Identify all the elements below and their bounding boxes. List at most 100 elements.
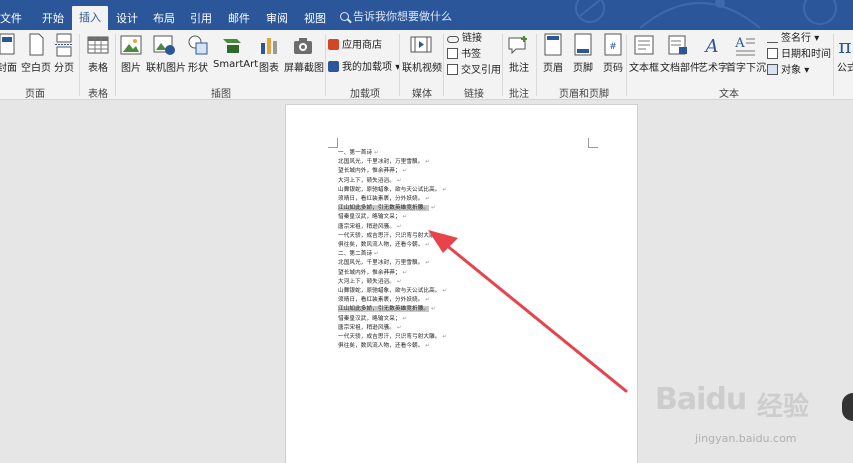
document-line[interactable]: 唐宗宋祖，稍逊风骚。 ↵ [338, 324, 402, 332]
document-line[interactable]: 江山如此多娇，引无数英雄竞折腰。 ↵ [338, 204, 436, 212]
paragraph-mark-icon: ↵ [425, 297, 431, 304]
document-line[interactable]: 须晴日，看红装素裹，分外妖娆。 ↵ [338, 195, 430, 203]
online-video-label: 联机视频 [402, 63, 442, 74]
footer-label: 页脚 [573, 63, 593, 74]
footer-icon [574, 33, 592, 56]
date-time-button[interactable]: 日期和时间 [767, 47, 831, 62]
chart-button[interactable]: 图表 [258, 33, 280, 74]
document-line[interactable]: 须晴日，看红装素裹，分外妖娆。 ↵ [338, 296, 430, 304]
document-line[interactable]: 俱往矣，数风流人物，还看今朝。 ↵ [338, 241, 430, 249]
paragraph-mark-icon: ↵ [402, 269, 408, 276]
selected-line-text: 江山如此多娇，引无数英雄竞折腰。 [338, 205, 430, 212]
online-picture-button[interactable]: 联机图片 [146, 33, 186, 74]
store-label: 应用商店 [342, 40, 382, 51]
cross-reference-icon [447, 64, 458, 75]
equation-button[interactable]: π 公式 [835, 33, 853, 74]
header-button[interactable]: 页眉 [540, 33, 566, 74]
cover-page-button[interactable]: 封面 [0, 33, 18, 74]
document-line-text: 北国风光，千里冰封，万里雪飘。 [338, 159, 424, 166]
object-button[interactable]: 对象 ▾ [767, 63, 809, 78]
drop-cap-button[interactable]: A 首字下沉 [726, 33, 766, 74]
page-number-icon: # [604, 33, 622, 56]
store-button[interactable]: 应用商店 [328, 38, 382, 53]
tab-home[interactable]: 开始 [40, 7, 66, 30]
quick-parts-button[interactable]: 文档部件 [660, 33, 700, 74]
blank-page-label: 空白页 [21, 63, 51, 74]
document-line[interactable]: 唐宗宋祖，稍逊风骚。 ↵ [338, 223, 402, 231]
my-addins-button[interactable]: 我的加载项 ▾ [328, 60, 400, 75]
document-line[interactable]: 大河上下，顿失滔滔。 ↵ [338, 177, 402, 185]
paragraph-mark-icon: ↵ [396, 177, 402, 184]
document-line[interactable]: 望长城内外，惟余莽莽； ↵ [338, 167, 407, 175]
paragraph-mark-icon: ↵ [442, 186, 448, 193]
page-break-button[interactable]: 分页 [53, 33, 75, 74]
document-line-text: 二、第二首诗 [338, 251, 373, 258]
document-line[interactable]: 江山如此多娇，引无数英雄竞折腰。 ↵ [338, 305, 436, 313]
tab-layout[interactable]: 布局 [151, 7, 177, 30]
picture-label: 图片 [121, 63, 141, 74]
selected-line-text: 江山如此多娇，引无数英雄竞折腰。 [338, 306, 430, 313]
tab-view[interactable]: 视图 [302, 7, 328, 30]
table-button[interactable]: 表格 [86, 33, 110, 74]
comment-label: 批注 [509, 63, 529, 74]
blank-page-button[interactable]: 空白页 [21, 33, 51, 74]
tab-references[interactable]: 引用 [188, 7, 214, 30]
svg-text:#: # [609, 42, 617, 52]
tab-review[interactable]: 审阅 [264, 7, 290, 30]
paragraph-mark-icon: ↵ [402, 168, 408, 175]
document-line[interactable]: 惜秦皇汉武，略输文采； ↵ [338, 213, 407, 221]
group-separator [626, 34, 627, 96]
document-line[interactable]: 二、第二首诗 ↵ [338, 250, 379, 258]
cover-page-icon [0, 33, 15, 55]
document-page[interactable]: 一、第一首诗 ↵ 北国风光，千里冰封，万里雪飘。 ↵ 望长城内外，惟余莽莽； ↵ 大河上下，… [285, 104, 638, 463]
footer-button[interactable]: 页脚 [570, 33, 596, 74]
document-line[interactable]: 一、第一首诗 ↵ [338, 149, 379, 157]
document-line[interactable]: 山舞银蛇，原驰蜡象，欲与天公试比高。 ↵ [338, 287, 447, 295]
tell-me-search[interactable]: 告诉我你想要做什么 [340, 7, 452, 27]
comment-button[interactable]: 批注 [506, 33, 532, 74]
watermark: Baidu 经验 jingyan.baidu.com [655, 382, 853, 462]
pi-icon: π [838, 34, 851, 57]
document-line[interactable]: 一代天骄，成吉思汗，只识弯弓射大雕。 ↵ [338, 232, 447, 240]
my-addins-label: 我的加载项 [342, 62, 392, 73]
cross-reference-button[interactable]: 交叉引用 [447, 63, 501, 78]
bookmark-button[interactable]: 书签 [447, 47, 481, 62]
quick-parts-icon [668, 35, 687, 55]
document-line-text: 一代天骄，成吉思汗，只识弯弓射大雕。 [338, 334, 441, 340]
group-header-footer-label: 页眉和页脚 [559, 89, 609, 100]
tab-mailings[interactable]: 邮件 [226, 7, 252, 30]
watermark-brand-cn: 经验 [757, 392, 810, 422]
smartart-button[interactable]: SmartArt [213, 33, 258, 70]
header-label: 页眉 [543, 63, 563, 74]
wordart-button[interactable]: A 艺术字 [698, 33, 728, 74]
document-line[interactable]: 惜秦皇汉武，略输文采； ↵ [338, 315, 407, 323]
shapes-button[interactable]: 形状 [186, 33, 210, 74]
signature-line-button[interactable]: 签名行 ▾ [767, 31, 819, 46]
document-line[interactable]: 望长城内外，惟余莽莽； ↵ [338, 269, 407, 277]
document-line-text: 唐宗宋祖，稍逊风骚。 [338, 223, 395, 230]
document-line[interactable]: 一代天骄，成吉思汗，只识弯弓射大雕。 ↵ [338, 333, 447, 341]
document-line[interactable]: 北国风光，千里冰封，万里雪飘。 ↵ [338, 158, 430, 166]
search-icon [340, 12, 349, 21]
group-separator [115, 34, 116, 96]
picture-button[interactable]: 图片 [120, 33, 142, 74]
paragraph-mark-icon: ↵ [425, 343, 431, 350]
paragraph-mark-icon: ↵ [374, 251, 379, 258]
document-line[interactable]: 北国风光，千里冰封，万里雪飘。 ↵ [338, 259, 430, 267]
calendar-icon [767, 48, 778, 59]
side-float-button[interactable] [842, 393, 853, 421]
document-line[interactable]: 大河上下，顿失滔滔。 ↵ [338, 278, 402, 286]
page-number-button[interactable]: # 页码 [600, 33, 626, 74]
tab-design[interactable]: 设计 [114, 7, 140, 30]
shapes-icon [188, 35, 208, 55]
document-line[interactable]: 俱往矣，数风流人物，还看今朝。 ↵ [338, 342, 430, 350]
document-line[interactable]: 山舞银蛇，原驰蜡象，欲与天公试比高。 ↵ [338, 186, 447, 194]
cover-page-label: 封面 [0, 63, 17, 74]
link-button[interactable]: 链接 [447, 31, 482, 46]
tab-file[interactable]: 文件 [0, 7, 22, 30]
screenshot-button[interactable]: 屏幕截图 [284, 33, 324, 74]
textbox-button[interactable]: 文本框 [629, 33, 659, 74]
tab-insert[interactable]: 插入 [72, 6, 108, 30]
online-video-button[interactable]: 联机视频 [402, 33, 442, 74]
paragraph-mark-icon: ↵ [402, 214, 408, 221]
